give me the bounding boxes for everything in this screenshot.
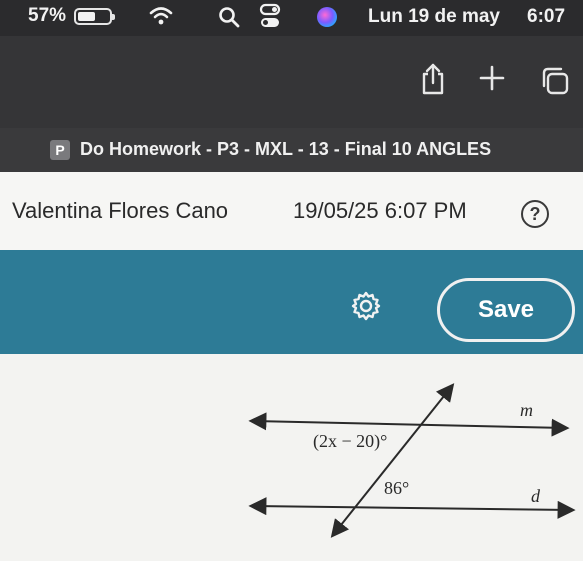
angle-bottom-label: 86° [384, 478, 409, 498]
site-favicon: P [50, 140, 70, 160]
line-d [248, 497, 576, 519]
control-center-icon[interactable] [259, 3, 281, 31]
angle-top-label: (2x − 20)° [313, 431, 387, 452]
battery-icon [74, 8, 115, 25]
battery-fill [78, 12, 95, 21]
angle-figure: m d (2x − 20)° 86° [248, 383, 576, 538]
tab-title: Do Homework - P3 - MXL - 13 - Final 10 A… [80, 139, 492, 159]
student-info-bar: Valentina Flores Cano 19/05/25 6:07 PM ? [0, 172, 583, 250]
gear-icon[interactable] [350, 290, 382, 322]
battery-percent: 57% [28, 5, 67, 26]
student-name: Valentina Flores Cano [12, 198, 229, 223]
date-time: 19/05/25 6:07 PM [293, 198, 467, 223]
save-button[interactable]: Save [437, 278, 575, 342]
transversal [330, 383, 455, 538]
status-time: 6:07 [527, 6, 566, 27]
help-icon[interactable]: ? [521, 200, 549, 228]
tab-strip: P Do Homework - P3 - MXL - 13 - Final 10… [0, 128, 583, 172]
status-date: Lun 19 de may [368, 6, 500, 27]
share-icon[interactable] [418, 62, 448, 96]
line-d-label: d [531, 486, 541, 506]
plus-icon[interactable] [478, 64, 506, 92]
search-icon[interactable] [217, 5, 241, 29]
tabs-icon[interactable] [540, 66, 570, 96]
line-m-label: m [520, 400, 533, 420]
line-m [248, 412, 570, 437]
status-bar: 57% Lun 19 de may 6:07 [0, 0, 583, 36]
wifi-icon [149, 7, 173, 25]
siri-icon[interactable] [317, 7, 337, 27]
